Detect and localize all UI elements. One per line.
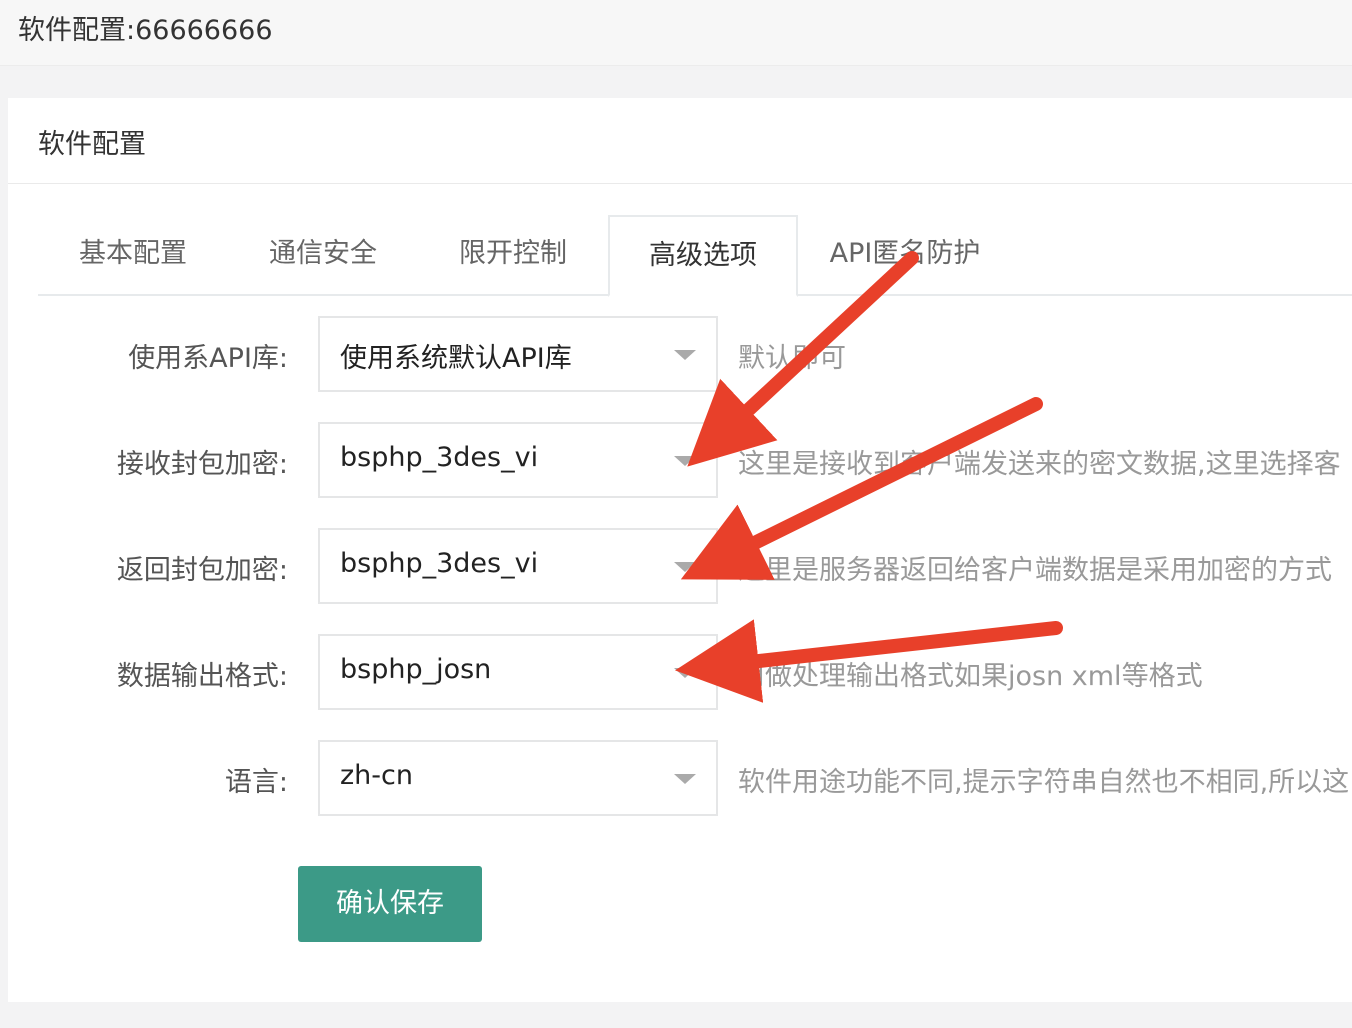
output-format-label: 数据输出格式: — [116, 661, 288, 692]
output-format-value: bsphp_josn — [340, 654, 492, 685]
language-value: zh-cn — [340, 760, 413, 791]
return-encryption-label: 返回封包加密: — [116, 555, 288, 586]
chevron-down-icon — [674, 668, 696, 678]
return-encryption-select[interactable]: bsphp_3des_vi — [318, 528, 718, 604]
tab-communication-security[interactable]: 通信安全 — [228, 215, 418, 295]
chevron-down-icon — [674, 562, 696, 572]
tab-advanced-options[interactable]: 高级选项 — [608, 215, 798, 297]
chevron-down-icon — [674, 350, 696, 360]
chevron-down-icon — [674, 774, 696, 784]
chevron-down-icon — [674, 456, 696, 466]
receive-encryption-label: 接收封包加密: — [116, 449, 288, 480]
language-label: 语言: — [224, 767, 288, 798]
api-library-select[interactable]: 使用系统默认API库 — [318, 316, 718, 392]
output-format-hint: 用做处理输出格式如果josn xml等格式 — [738, 661, 1203, 692]
page-header: 软件配置:66666666 — [0, 0, 1352, 66]
page-title: 软件配置:66666666 — [18, 15, 273, 46]
return-encryption-hint: 这里是服务器返回给客户端数据是采用加密的方式 — [738, 555, 1332, 586]
receive-encryption-value: bsphp_3des_vi — [340, 442, 539, 473]
hints-column: 默认即可 这里是接收到客户端发送来的密文数据,这里选择客 这里是服务器返回给客户… — [738, 300, 1352, 820]
api-library-hint: 默认即可 — [738, 343, 846, 374]
return-encryption-value: bsphp_3des_vi — [340, 548, 539, 579]
receive-encryption-select[interactable]: bsphp_3des_vi — [318, 422, 718, 498]
language-hint: 软件用途功能不同,提示字符串自然也不相同,所以这 — [738, 767, 1350, 798]
receive-encryption-hint: 这里是接收到客户端发送来的密文数据,这里选择客 — [738, 449, 1341, 480]
output-format-select[interactable]: bsphp_josn — [318, 634, 718, 710]
panel-title: 软件配置 — [38, 129, 146, 160]
api-library-value: 使用系统默认API库 — [340, 343, 572, 374]
tab-open-limit-control[interactable]: 限开控制 — [418, 215, 608, 295]
tab-basic-config[interactable]: 基本配置 — [38, 215, 228, 295]
language-select[interactable]: zh-cn — [318, 740, 718, 816]
tab-api-anonymous-protection[interactable]: API匿名防护 — [798, 215, 1012, 295]
save-button[interactable]: 确认保存 — [298, 866, 482, 942]
api-library-label: 使用系API库: — [128, 343, 288, 374]
panel-header: 软件配置 — [8, 98, 1352, 184]
